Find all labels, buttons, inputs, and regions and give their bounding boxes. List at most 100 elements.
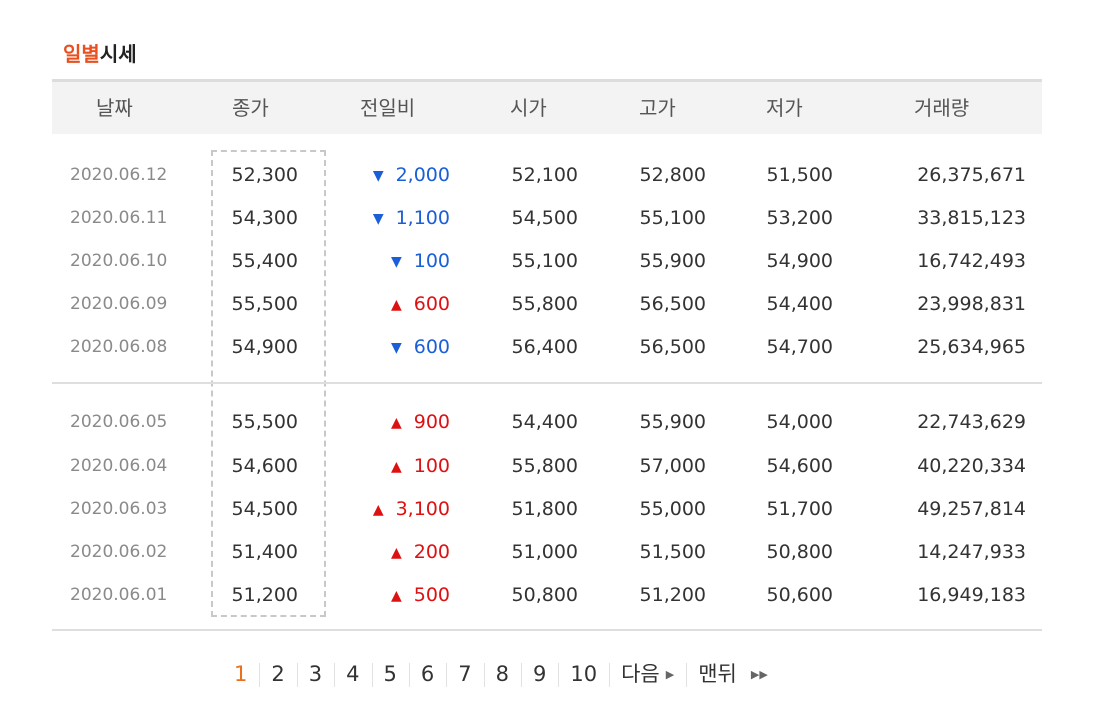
page-link-7[interactable]: 7 xyxy=(446,658,483,690)
cell-high: 55,900 xyxy=(639,250,706,272)
change-value: 100 xyxy=(413,250,450,272)
cell-low: 54,000 xyxy=(766,411,833,433)
next-page-link[interactable]: 다음 ▶ xyxy=(609,658,686,691)
page-link-5[interactable]: 5 xyxy=(371,658,409,690)
cell-open: 50,800 xyxy=(511,584,578,606)
cell-close: 51,200 xyxy=(231,584,298,606)
cell-open: 51,800 xyxy=(511,498,578,520)
cell-high: 55,000 xyxy=(639,498,706,520)
cell-date: 2020.06.03 xyxy=(70,499,168,519)
double-caret-right-icon: ▶▶ xyxy=(750,667,768,681)
down-triangle-icon: ▼ xyxy=(390,254,402,270)
down-triangle-icon: ▼ xyxy=(390,340,402,356)
change-value: 600 xyxy=(413,336,450,358)
page-link-10[interactable]: 10 xyxy=(558,658,609,690)
up-triangle-icon: ▲ xyxy=(390,415,402,431)
cell-open: 51,000 xyxy=(511,541,578,563)
cell-date: 2020.06.08 xyxy=(70,337,168,357)
cell-high: 52,800 xyxy=(639,164,706,186)
cell-change: ▲ 200 xyxy=(340,540,450,565)
cell-open: 55,100 xyxy=(511,250,578,272)
caret-right-icon: ▶ xyxy=(665,667,675,681)
cell-open: 56,400 xyxy=(511,336,578,358)
cell-change: ▲ 100 xyxy=(340,454,450,479)
cell-open: 55,800 xyxy=(511,455,578,477)
column-header-low: 저가 xyxy=(766,96,803,120)
cell-close: 55,500 xyxy=(231,411,298,433)
cell-change: ▼ 100 xyxy=(340,249,450,274)
cell-date: 2020.06.11 xyxy=(70,208,168,228)
page-link-2[interactable]: 2 xyxy=(259,658,296,690)
last-label: 맨뒤 xyxy=(698,661,737,686)
cell-low: 53,200 xyxy=(766,207,833,229)
cell-date: 2020.06.10 xyxy=(70,251,168,271)
cell-low: 50,800 xyxy=(766,541,833,563)
down-triangle-icon: ▼ xyxy=(372,168,384,184)
cell-open: 55,800 xyxy=(511,293,578,315)
cell-low: 54,400 xyxy=(766,293,833,315)
cell-volume: 16,949,183 xyxy=(917,584,1026,606)
up-triangle-icon: ▲ xyxy=(390,588,402,604)
cell-volume: 40,220,334 xyxy=(917,455,1026,477)
change-value: 2,000 xyxy=(395,164,450,186)
up-triangle-icon: ▲ xyxy=(390,297,402,313)
cell-open: 54,400 xyxy=(511,411,578,433)
cell-close: 51,400 xyxy=(231,541,298,563)
cell-change: ▼ 1,100 xyxy=(340,206,450,231)
page-link-9[interactable]: 9 xyxy=(521,658,558,690)
change-value: 1,100 xyxy=(395,207,450,229)
cell-high: 56,500 xyxy=(639,336,706,358)
column-header-high: 고가 xyxy=(639,96,676,120)
cell-change: ▼ 600 xyxy=(340,335,450,360)
next-label: 다음 xyxy=(621,661,660,686)
cell-volume: 14,247,933 xyxy=(917,541,1026,563)
cell-low: 50,600 xyxy=(766,584,833,606)
cell-open: 52,100 xyxy=(511,164,578,186)
change-value: 100 xyxy=(413,455,450,477)
last-page-link[interactable]: 맨뒤 ▶▶ xyxy=(686,658,780,691)
cell-change: ▲ 500 xyxy=(340,583,450,608)
title-rest: 시세 xyxy=(99,42,137,66)
cell-date: 2020.06.09 xyxy=(70,294,168,314)
cell-close: 54,300 xyxy=(231,207,298,229)
cell-close: 54,600 xyxy=(231,455,298,477)
down-triangle-icon: ▼ xyxy=(372,211,384,227)
cell-low: 54,700 xyxy=(766,336,833,358)
cell-high: 51,200 xyxy=(639,584,706,606)
page-link-8[interactable]: 8 xyxy=(483,658,521,690)
cell-low: 51,500 xyxy=(766,164,833,186)
page-title: 일별시세 xyxy=(63,40,137,68)
row-group-divider xyxy=(52,382,1042,384)
column-header-open: 시가 xyxy=(510,96,547,120)
title-accent: 일별 xyxy=(63,42,100,66)
change-value: 600 xyxy=(413,293,450,315)
cell-volume: 16,742,493 xyxy=(917,250,1026,272)
cell-change: ▲ 3,100 xyxy=(340,497,450,522)
page-link-3[interactable]: 3 xyxy=(296,658,334,690)
cell-high: 51,500 xyxy=(639,541,706,563)
cell-close: 54,900 xyxy=(231,336,298,358)
cell-volume: 25,634,965 xyxy=(917,336,1026,358)
cell-volume: 23,998,831 xyxy=(917,293,1026,315)
column-header-close: 종가 xyxy=(232,96,269,120)
cell-low: 54,900 xyxy=(766,250,833,272)
cell-close: 55,500 xyxy=(231,293,298,315)
pagination: 1 2 3 4 5 6 7 8 9 10 다음 ▶ 맨뒤 ▶▶ xyxy=(222,657,780,691)
cell-high: 56,500 xyxy=(639,293,706,315)
up-triangle-icon: ▲ xyxy=(390,459,402,475)
table-bottom-border xyxy=(52,629,1042,631)
change-value: 500 xyxy=(413,584,450,606)
cell-volume: 33,815,123 xyxy=(917,207,1026,229)
page-link-4[interactable]: 4 xyxy=(334,658,371,690)
cell-change: ▲ 600 xyxy=(340,292,450,317)
cell-date: 2020.06.02 xyxy=(70,542,168,562)
table-header: 날짜 종가 전일비 시가 고가 저가 거래량 xyxy=(52,79,1042,134)
cell-volume: 22,743,629 xyxy=(917,411,1026,433)
up-triangle-icon: ▲ xyxy=(372,502,384,518)
cell-change: ▼ 2,000 xyxy=(340,163,450,188)
change-value: 3,100 xyxy=(395,498,450,520)
page-link-1[interactable]: 1 xyxy=(222,658,259,690)
page-link-6[interactable]: 6 xyxy=(408,658,446,690)
cell-high: 55,900 xyxy=(639,411,706,433)
change-value: 200 xyxy=(413,541,450,563)
